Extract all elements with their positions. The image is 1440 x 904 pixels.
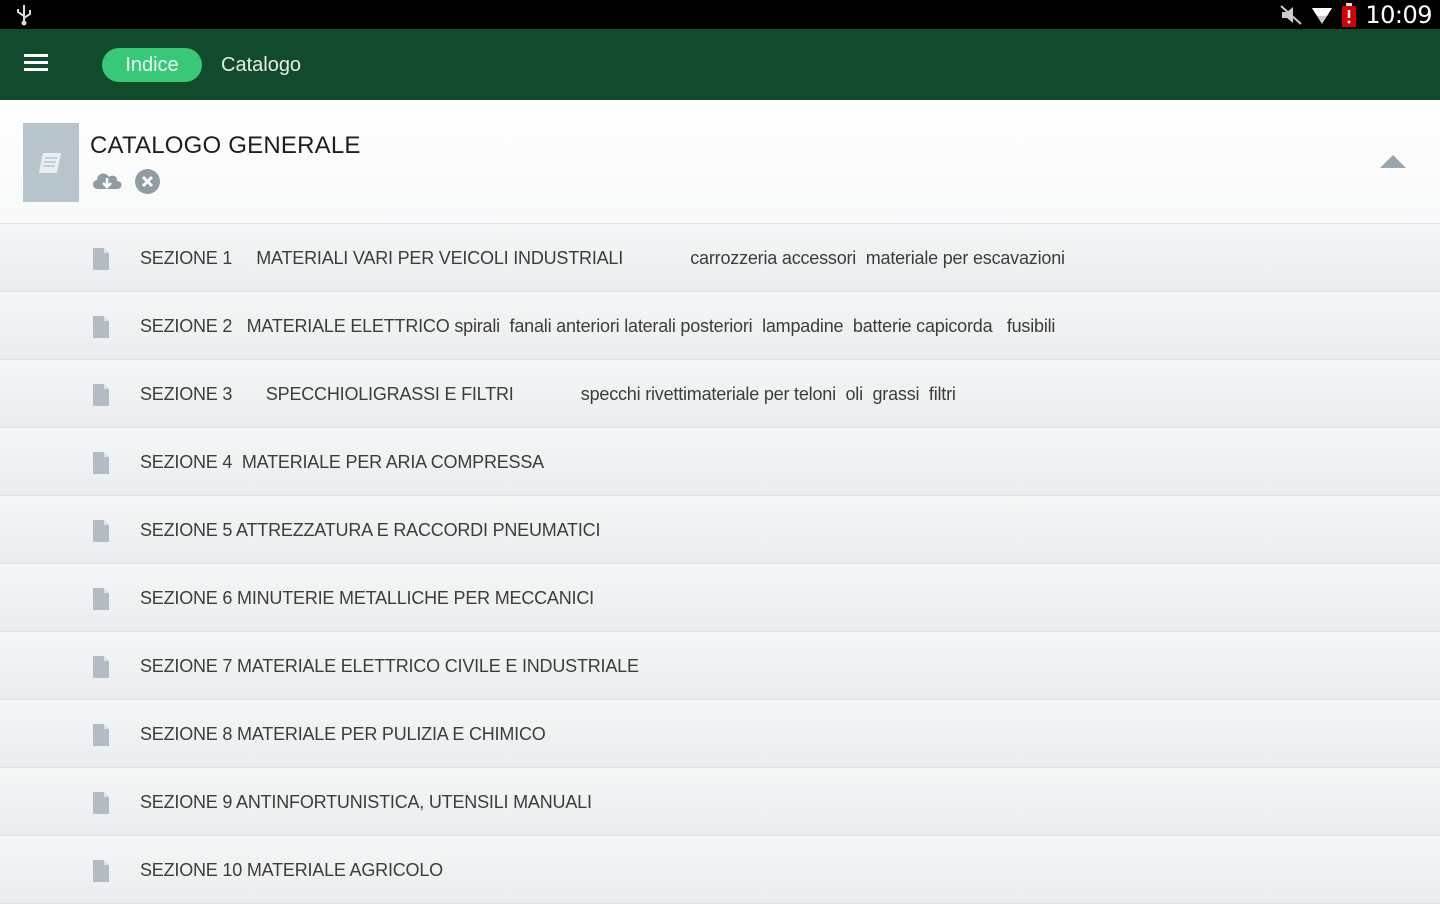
tab-catalogo[interactable]: Catalogo [221,48,301,82]
section-label: SEZIONE 8 MATERIALE PER PULIZIA E CHIMIC… [140,724,546,744]
hamburger-menu-icon[interactable] [24,54,48,74]
document-icon [93,792,109,814]
list-item[interactable]: SEZIONE 9 ANTINFORTUNISTICA, UTENSILI MA… [0,768,1440,836]
document-icon [93,520,109,542]
list-item[interactable]: SEZIONE 10 MATERIALE AGRICOLO [0,836,1440,904]
section-label: SEZIONE 7 MATERIALE ELETTRICO CIVILE E I… [140,656,639,676]
document-icon [93,724,109,746]
wifi-icon [1312,7,1333,24]
list-item[interactable]: SEZIONE 2 MATERIALE ELETTRICO spirali fa… [0,292,1440,360]
collapse-up-icon[interactable] [1378,152,1408,170]
section-label: SEZIONE 9 ANTINFORTUNISTICA, UTENSILI MA… [140,792,592,812]
catalog-thumbnail [23,123,79,202]
list-item[interactable]: SEZIONE 8 MATERIALE PER PULIZIA E CHIMIC… [0,700,1440,768]
document-icon [93,452,109,474]
section-label: SEZIONE 10 MATERIALE AGRICOLO [140,860,443,880]
section-list: SEZIONE 1 MATERIALI VARI PER VEICOLI IND… [0,224,1440,904]
section-label: SEZIONE 5 ATTREZZATURA E RACCORDI PNEUMA… [140,520,601,540]
status-bar: 10:09 [0,0,1440,29]
app-bar: Indice Catalogo [0,29,1440,100]
list-item[interactable]: SEZIONE 3 SPECCHIOLIGRASSI E FILTRI spec… [0,360,1440,428]
catalog-header: CATALOGO GENERALE [0,100,1440,224]
document-icon [93,316,109,338]
tab-indice[interactable]: Indice [102,48,202,82]
clock: 10:09 [1365,0,1432,29]
section-label: SEZIONE 1 MATERIALI VARI PER VEICOLI IND… [140,248,1065,268]
cancel-circle-icon[interactable] [134,168,161,195]
list-item[interactable]: SEZIONE 7 MATERIALE ELETTRICO CIVILE E I… [0,632,1440,700]
list-item[interactable]: SEZIONE 5 ATTREZZATURA E RACCORDI PNEUMA… [0,496,1440,564]
document-icon [93,248,109,270]
usb-icon [17,5,31,26]
book-icon [39,153,61,173]
document-icon [93,860,109,882]
section-label: SEZIONE 3 SPECCHIOLIGRASSI E FILTRI spec… [140,384,956,404]
mute-icon [1280,4,1302,25]
list-item[interactable]: SEZIONE 4 MATERIALE PER ARIA COMPRESSA [0,428,1440,496]
document-icon [93,656,109,678]
section-label: SEZIONE 6 MINUTERIE METALLICHE PER MECCA… [140,588,594,608]
battery-low-icon [1342,2,1357,27]
document-icon [93,384,109,406]
catalog-title: CATALOGO GENERALE [90,132,361,159]
section-label: SEZIONE 2 MATERIALE ELETTRICO spirali fa… [140,316,1056,336]
list-item[interactable]: SEZIONE 6 MINUTERIE METALLICHE PER MECCA… [0,564,1440,632]
list-item[interactable]: SEZIONE 1 MATERIALI VARI PER VEICOLI IND… [0,224,1440,292]
document-icon [93,588,109,610]
cloud-download-icon[interactable] [90,167,124,193]
status-icons: 10:09 [1279,0,1432,29]
section-label: SEZIONE 4 MATERIALE PER ARIA COMPRESSA [140,452,544,472]
